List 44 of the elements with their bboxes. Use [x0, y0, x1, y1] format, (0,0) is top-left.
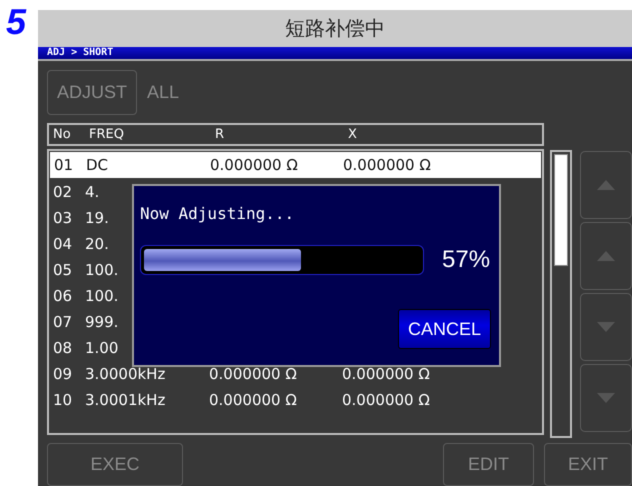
row-number: 06	[53, 287, 72, 305]
row-number: 07	[53, 313, 72, 331]
table-row[interactable]: 10 3.0001kHz 0.000000 Ω 0.000000 Ω	[49, 387, 542, 413]
adjust-value: ALL	[147, 82, 180, 103]
up-triangle-icon	[597, 180, 615, 190]
frequency-cell: 3.0001kHz	[85, 391, 166, 409]
frequency-cell: 1.00	[85, 339, 118, 357]
screen-title: 短路补偿中	[38, 10, 632, 47]
table-row[interactable]: 01 DC 0.000000 Ω 0.000000 Ω	[50, 152, 541, 178]
row-number: 10	[53, 391, 72, 409]
frequency-cell: 3.0000kHz	[85, 365, 166, 383]
frequency-cell: 20.	[85, 235, 109, 253]
step-number: 5	[5, 0, 28, 44]
row-number: 05	[53, 261, 72, 279]
column-header: X	[348, 127, 358, 142]
column-header: FREQ	[89, 127, 125, 142]
resistance-cell: 0.000000 Ω	[209, 391, 297, 409]
row-number: 03	[53, 209, 72, 227]
dialog-message: Now Adjusting...	[140, 204, 296, 223]
frequency-cell: 100.	[85, 261, 118, 279]
down-triangle-icon	[597, 322, 615, 332]
reactance-cell: 0.000000 Ω	[342, 365, 430, 383]
up-triangle-icon	[597, 251, 615, 261]
frequency-cell: DC	[86, 156, 108, 174]
row-number: 09	[53, 365, 72, 383]
progress-reading: 57%	[442, 246, 490, 274]
row-number: 01	[54, 156, 74, 174]
reactance-cell: 0.000000 Ω	[343, 156, 431, 174]
cancel-button[interactable]: CANCEL	[398, 309, 491, 349]
scroll-bar[interactable]	[550, 150, 572, 438]
frequency-cell: 4.	[85, 183, 100, 201]
resistance-cell: 0.000000 Ω	[210, 156, 298, 174]
reactance-cell: 0.000000 Ω	[342, 391, 430, 409]
row-number: 02	[53, 183, 72, 201]
breadcrumb-bar: ADJ > SHORT	[38, 47, 632, 61]
column-header: R	[215, 127, 226, 142]
down-triangle-icon	[597, 393, 615, 403]
frequency-cell: 100.	[85, 287, 118, 305]
frequency-cell: 999.	[85, 313, 118, 331]
resistance-cell: 0.000000 Ω	[209, 365, 297, 383]
column-header: No	[52, 127, 72, 142]
row-number: 04	[53, 235, 72, 253]
frequency-cell: 19.	[85, 209, 109, 227]
row-number: 08	[53, 339, 72, 357]
